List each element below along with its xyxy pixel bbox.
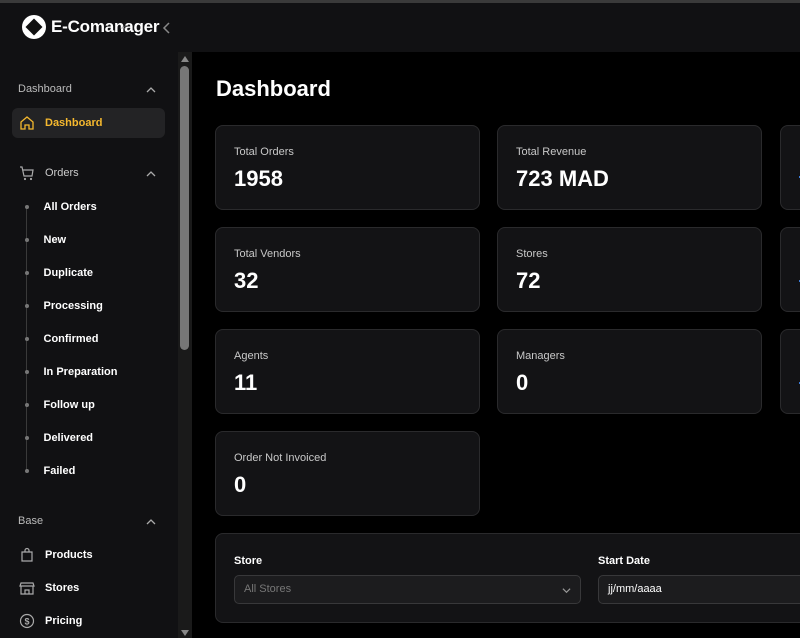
card-value: 0 (516, 370, 529, 395)
sidebar-item-stores[interactable]: Stores (12, 573, 165, 603)
chevron-up-icon[interactable] (146, 85, 156, 95)
sidebar-item-dashboard[interactable]: Dashboard (12, 108, 165, 138)
bullet-dot (24, 205, 29, 209)
stat-card-stores: Stores 72 (497, 227, 762, 312)
subitem-label: Processing (43, 300, 103, 312)
app-logo[interactable]: E-Comanager (22, 15, 160, 39)
store-filter-label: Store (234, 555, 263, 567)
card-label: Order Not Invoiced (234, 452, 327, 464)
cart-icon (20, 166, 34, 181)
card-label: Agents (234, 350, 269, 362)
shopping-bag-icon (21, 547, 33, 562)
subitem-label: Failed (43, 465, 76, 477)
sidebar-item-label: Stores (45, 582, 80, 594)
card-label: Total Orders (234, 146, 294, 158)
subitem-label: In Preparation (43, 366, 118, 378)
subitem-label: Confirmed (43, 333, 99, 345)
collapse-sidebar-icon[interactable] (160, 19, 174, 37)
card-value: 32 (234, 268, 259, 293)
sidebar-item-label: Pricing (45, 615, 83, 627)
card-value: 1958 (234, 166, 283, 191)
subitem-label: All Orders (43, 201, 97, 213)
bullet-dot (24, 469, 29, 473)
card-label: Stores (516, 248, 548, 260)
bullet-dot (24, 271, 29, 275)
card-value: 72 (516, 268, 541, 293)
sidebar-item-label: Dashboard (45, 117, 103, 129)
store-icon (19, 582, 35, 595)
stat-card-total-orders: Total Orders 1958 (215, 125, 480, 210)
sidebar: Dashboard Dashboard Orders All Orders Ne… (0, 52, 178, 638)
stat-card-agents: Agents 11 (215, 329, 480, 414)
card-label: Total Vendors (234, 248, 301, 260)
section-dashboard-title: Dashboard (18, 83, 72, 95)
sidebar-subitem-all-orders[interactable]: All Orders (24, 201, 97, 213)
stat-card-total-revenue: Total Revenue 723 MAD (497, 125, 762, 210)
sidebar-subitem-confirmed[interactable]: Confirmed (24, 333, 99, 345)
stat-card-partial (780, 125, 800, 210)
card-value: 723 MAD (516, 166, 609, 191)
start-date-label: Start Date (598, 555, 650, 567)
dollar-circle-icon: $ (19, 613, 35, 629)
stat-card-order-not-invoiced: Order Not Invoiced 0 (215, 431, 480, 516)
bullet-dot (24, 238, 29, 242)
store-select[interactable]: All Stores (234, 575, 581, 604)
scroll-thumb[interactable] (180, 66, 189, 350)
store-select-value: All Stores (244, 583, 292, 595)
start-date-input[interactable]: jj/mm/aaaa (598, 575, 800, 604)
scroll-up-arrow-icon[interactable] (181, 56, 189, 62)
card-label: Total Revenue (516, 146, 587, 158)
sidebar-item-products[interactable]: Products (12, 540, 165, 570)
subitem-label: Delivered (43, 432, 94, 444)
sidebar-item-pricing[interactable]: $ Pricing (12, 606, 165, 636)
filters-panel: Store All Stores Start Date jj/mm/aaaa (215, 533, 800, 623)
bullet-dot (24, 304, 29, 308)
bullet-dot (24, 403, 29, 407)
card-label: Managers (516, 350, 565, 362)
logo-diamond-icon (22, 15, 46, 39)
app-name-sub: MG (120, 25, 127, 30)
subitem-label: New (43, 234, 67, 246)
sidebar-subitem-failed[interactable]: Failed (24, 465, 76, 477)
sidebar-item-orders[interactable]: Orders (12, 158, 132, 188)
sidebar-subitem-new[interactable]: New (24, 234, 67, 246)
page-title: Dashboard (216, 76, 331, 101)
bullet-dot (24, 436, 29, 440)
card-value: 0 (234, 472, 247, 497)
top-bar: E-Comanager MG (0, 0, 800, 52)
card-value: 11 (234, 370, 258, 395)
start-date-value: jj/mm/aaaa (608, 583, 662, 595)
chevron-up-icon[interactable] (146, 169, 156, 179)
chevron-up-icon[interactable] (146, 517, 156, 527)
sidebar-scrollbar[interactable] (178, 52, 192, 638)
stat-card-partial (780, 227, 800, 312)
sidebar-subitem-follow-up[interactable]: Follow up (24, 399, 95, 411)
stat-card-managers: Managers 0 (497, 329, 762, 414)
bullet-dot (24, 370, 29, 374)
sidebar-item-label: Products (45, 549, 93, 561)
sidebar-subitem-processing[interactable]: Processing (24, 300, 103, 312)
scroll-down-arrow-icon[interactable] (181, 630, 189, 636)
home-icon (20, 116, 34, 130)
subitem-label: Follow up (43, 399, 95, 411)
section-base-title: Base (18, 515, 44, 527)
svg-text:$: $ (24, 617, 29, 627)
stat-card-total-vendors: Total Vendors 32 (215, 227, 480, 312)
bullet-dot (24, 337, 29, 341)
chevron-down-icon (562, 588, 571, 594)
app-name: E-Comanager (51, 17, 160, 36)
sidebar-subitem-duplicate[interactable]: Duplicate (24, 267, 94, 279)
sidebar-subitem-delivered[interactable]: Delivered (24, 432, 94, 444)
sidebar-subitem-in-preparation[interactable]: In Preparation (24, 366, 118, 378)
sidebar-item-label: Orders (45, 167, 79, 179)
subitem-label: Duplicate (43, 267, 94, 279)
stat-card-partial (780, 329, 800, 414)
